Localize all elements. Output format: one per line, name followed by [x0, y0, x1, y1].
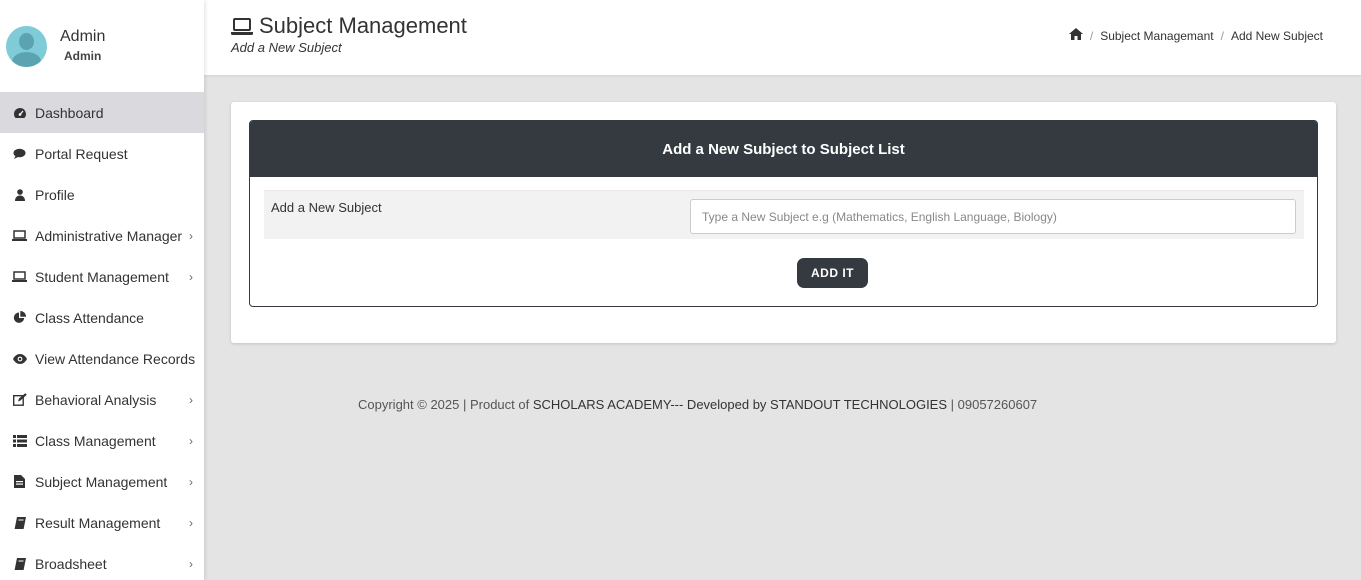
page-header: Subject Management Add a New Subject / S…	[204, 0, 1361, 75]
chevron-right-icon: ›	[189, 556, 193, 571]
sidebar-item-label: Student Management	[35, 268, 169, 285]
laptop-icon	[231, 17, 253, 35]
add-subject-panel: Add a New Subject to Subject List Add a …	[249, 120, 1318, 307]
book-icon	[12, 557, 27, 571]
sidebar-item-class-attendance[interactable]: Class Attendance	[0, 297, 204, 338]
page-title: Subject Management	[231, 13, 467, 39]
eye-icon	[12, 352, 27, 366]
subject-label: Add a New Subject	[271, 200, 382, 215]
file-icon	[12, 475, 27, 489]
chevron-right-icon: ›	[189, 228, 193, 243]
breadcrumb-item-subject-management[interactable]: Subject Managemant	[1100, 29, 1213, 43]
laptop-icon	[12, 229, 27, 243]
sidebar-item-label: Behavioral Analysis	[35, 391, 157, 408]
sidebar-item-portal-request[interactable]: Portal Request	[0, 133, 204, 174]
sidebar-item-label: Profile	[35, 186, 75, 203]
sidebar-item-view-attendance-records[interactable]: View Attendance Records	[0, 338, 204, 379]
page-title-text: Subject Management	[259, 13, 467, 38]
page-subtitle: Add a New Subject	[231, 40, 342, 55]
sidebar-item-label: Result Management	[35, 514, 161, 531]
sidebar-menu: Dashboard Portal Request Profile Adminis…	[0, 92, 204, 580]
chevron-right-icon: ›	[189, 433, 193, 448]
chevron-right-icon: ›	[189, 392, 193, 407]
sidebar-item-label: Administrative Manager	[35, 227, 183, 244]
subject-input[interactable]	[690, 199, 1296, 234]
user-name: Admin	[60, 28, 106, 45]
sidebar-item-class-management[interactable]: Class Management ›	[0, 420, 204, 461]
panel-heading: Add a New Subject to Subject List	[250, 121, 1317, 177]
sidebar-item-label: Broadsheet	[35, 555, 107, 572]
sidebar-item-result-management[interactable]: Result Management ›	[0, 502, 204, 543]
chevron-right-icon: ›	[189, 269, 193, 284]
avatar[interactable]	[6, 25, 47, 67]
footer-org: SCHOLARS ACADEMY--- Developed by STANDOU…	[532, 397, 948, 412]
sidebar-item-label: Subject Management	[35, 473, 168, 490]
breadcrumb-separator: /	[1089, 28, 1094, 43]
breadcrumb-separator: /	[1220, 28, 1224, 43]
book-icon	[12, 516, 27, 530]
sidebar-item-label: Class Attendance	[35, 309, 144, 326]
sidebar-item-label: View Attendance Records	[35, 350, 196, 367]
list-icon	[12, 434, 27, 448]
user-role: Admin	[64, 49, 102, 63]
chevron-right-icon: ›	[189, 474, 193, 489]
sidebar-item-behavioral-analysis[interactable]: Behavioral Analysis ›	[0, 379, 204, 420]
dashboard-icon	[12, 106, 27, 120]
breadcrumb: / Subject Managemant / Add New Subject	[1068, 28, 1323, 43]
user-panel: Admin Admin	[0, 0, 204, 92]
avatar-body-shape	[12, 51, 41, 67]
sidebar-item-label: Class Management	[35, 432, 156, 449]
footer: Copyright © 2025 | Product of SCHOLARS A…	[358, 397, 1037, 412]
sidebar-item-profile[interactable]: Profile	[0, 174, 204, 215]
user-icon	[12, 188, 27, 202]
footer-copyright: Copyright © 2025 | Product of	[358, 397, 533, 412]
comment-icon	[12, 147, 27, 161]
footer-phone: | 09057260607	[947, 397, 1038, 412]
sidebar-item-label: Dashboard	[35, 104, 104, 121]
main-card: Add a New Subject to Subject List Add a …	[231, 102, 1336, 343]
home-icon[interactable]	[1068, 28, 1083, 43]
breadcrumb-item-add-new-subject: Add New Subject	[1230, 28, 1323, 43]
chevron-right-icon: ›	[189, 515, 193, 530]
sidebar-item-broadsheet[interactable]: Broadsheet ›	[0, 543, 204, 580]
edit-icon	[12, 393, 27, 407]
sidebar-item-subject-management[interactable]: Subject Management ›	[0, 461, 204, 502]
pie-chart-icon	[12, 311, 27, 325]
add-it-button[interactable]: ADD IT	[797, 258, 868, 288]
sidebar-item-student-management[interactable]: Student Management ›	[0, 256, 204, 297]
user-info: Admin Admin	[60, 28, 105, 64]
sidebar-item-label: Portal Request	[35, 145, 128, 162]
sidebar: Admin Admin Dashboard Portal Request Pro…	[0, 0, 204, 580]
form-row: Add a New Subject	[264, 190, 1304, 239]
avatar-head-shape	[19, 32, 34, 50]
sidebar-item-dashboard[interactable]: Dashboard	[0, 92, 204, 133]
laptop-icon	[12, 270, 27, 284]
sidebar-item-administrative-manager[interactable]: Administrative Manager ›	[0, 215, 204, 256]
